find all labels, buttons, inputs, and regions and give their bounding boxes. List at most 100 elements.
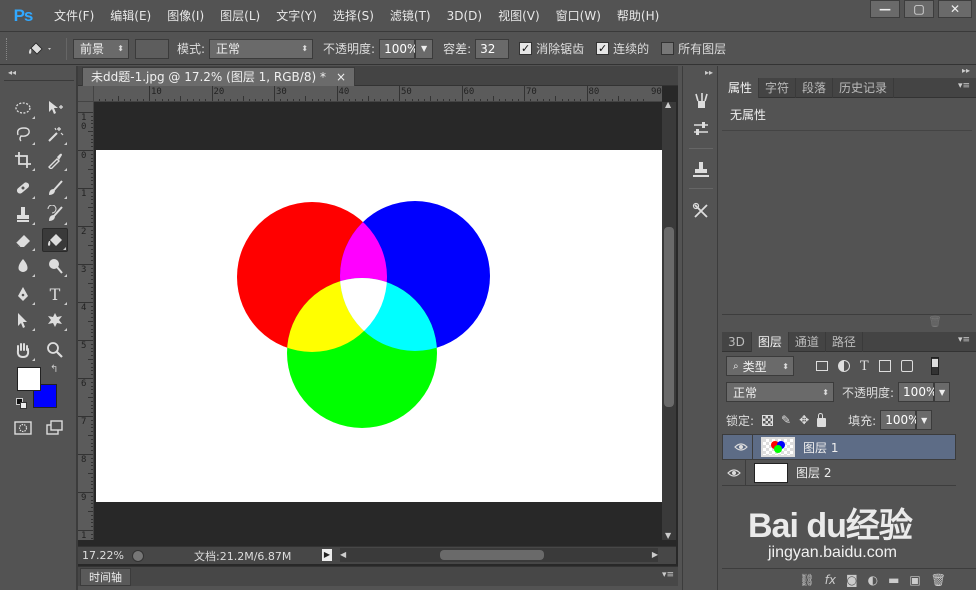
pen-tool[interactable] <box>10 282 36 306</box>
link-layers-icon[interactable]: ⛓ <box>799 573 814 587</box>
eraser-tool[interactable] <box>10 228 36 252</box>
horizontal-ruler[interactable]: 10 20 30 40 50 60 70 80 90 <box>94 86 662 102</box>
panel-menu-icon[interactable]: ▾≡ <box>662 570 674 580</box>
mode-select[interactable]: 正常 ⬍ <box>209 38 314 59</box>
tab-paragraph[interactable]: 段落 <box>796 78 834 98</box>
move-tool[interactable] <box>42 96 68 120</box>
blend-mode-select[interactable]: 正常 ⬍ <box>726 382 834 402</box>
screen-mode-button[interactable] <box>42 416 68 440</box>
magic-wand-tool[interactable] <box>42 122 68 146</box>
visibility-eye-icon[interactable] <box>729 434 753 460</box>
filter-pixel-icon[interactable] <box>816 361 828 371</box>
paint-bucket-tool[interactable] <box>42 228 68 252</box>
adjustments-tools-icon[interactable] <box>689 200 713 222</box>
options-grip[interactable] <box>6 37 14 60</box>
visibility-eye-icon[interactable] <box>722 459 746 486</box>
dodge-tool[interactable] <box>42 254 68 278</box>
vertical-scrollbar[interactable]: ▲ ▼ <box>662 100 676 540</box>
menu-view[interactable]: 视图(V) <box>490 0 548 32</box>
maximize-button[interactable]: ▢ <box>904 0 934 18</box>
panel-menu-icon[interactable]: ▾≡ <box>958 335 970 345</box>
tolerance-input[interactable]: 32 <box>475 38 510 59</box>
fill-toggle[interactable]: ▼ <box>916 410 933 430</box>
delete-layer-icon[interactable]: 🗑 <box>931 573 946 587</box>
tab-close-icon[interactable]: × <box>336 68 346 87</box>
pattern-picker[interactable] <box>135 38 169 59</box>
doc-status-icon[interactable] <box>132 549 144 562</box>
menu-window[interactable]: 窗口(W) <box>548 0 609 32</box>
toolbar-collapse[interactable]: ◂◂ <box>8 68 16 77</box>
menu-select[interactable]: 选择(S) <box>325 0 382 32</box>
filter-adjustment-icon[interactable] <box>838 360 850 372</box>
image-canvas[interactable] <box>96 150 662 502</box>
menu-layer[interactable]: 图层(L) <box>212 0 268 32</box>
layer-row-1[interactable]: 图层 1 <box>722 434 956 460</box>
blur-tool[interactable] <box>10 254 36 278</box>
antialias-option[interactable]: ✓ 消除锯齿 <box>519 40 584 57</box>
fx-icon[interactable]: fx <box>825 573 836 587</box>
clone-source-icon[interactable] <box>689 158 713 180</box>
layer-1-name[interactable]: 图层 1 <box>803 439 838 456</box>
quick-mask-button[interactable] <box>10 416 36 440</box>
horizontal-scroll-thumb[interactable] <box>440 550 544 560</box>
menu-3d[interactable]: 3D(D) <box>439 0 490 32</box>
add-mask-icon[interactable]: ◙ <box>846 573 858 587</box>
tool-presets-icon[interactable] <box>689 90 713 112</box>
fill-source-select[interactable]: 前景 ⬍ <box>73 38 129 59</box>
new-layer-icon[interactable]: ▣ <box>909 573 920 587</box>
lasso-tool[interactable] <box>10 122 36 146</box>
layer-opacity-input[interactable]: 100% <box>898 382 937 402</box>
scroll-right-icon[interactable]: ▶ <box>652 550 658 559</box>
zoom-tool[interactable] <box>42 338 68 362</box>
opacity-slider-toggle[interactable]: ▼ <box>415 38 434 59</box>
fill-input[interactable]: 100% <box>880 410 920 430</box>
panel-collapse-icon[interactable]: ▸▸ <box>962 66 970 75</box>
scroll-up-icon[interactable]: ▲ <box>665 100 671 109</box>
lock-all-icon[interactable] <box>817 412 827 427</box>
antialias-checkbox[interactable]: ✓ <box>519 42 533 55</box>
tool-preset-picker[interactable] <box>20 37 60 61</box>
brush-tool[interactable] <box>42 176 68 200</box>
trash-icon[interactable]: 🗑 <box>928 315 942 328</box>
menu-filter[interactable]: 滤镜(T) <box>382 0 439 32</box>
tab-layers[interactable]: 图层 <box>751 332 789 352</box>
new-adjustment-icon[interactable]: ◐ <box>868 573 878 587</box>
lock-transparent-icon[interactable] <box>762 414 774 426</box>
filter-smart-object-icon[interactable] <box>900 360 913 372</box>
ruler-origin[interactable] <box>78 86 94 102</box>
all-layers-option[interactable]: 所有图层 <box>661 40 726 57</box>
clone-stamp-tool[interactable] <box>10 202 36 226</box>
filter-type-icon[interactable]: T <box>860 359 869 374</box>
lock-position-icon[interactable]: ✥ <box>799 413 809 427</box>
tab-history[interactable]: 历史记录 <box>833 78 895 98</box>
horizontal-scrollbar[interactable]: ◀ ▶ <box>340 548 658 562</box>
scroll-left-icon[interactable]: ◀ <box>340 550 346 559</box>
hand-tool[interactable] <box>10 338 36 362</box>
path-select-tool[interactable] <box>10 308 36 332</box>
contiguous-checkbox[interactable]: ✓ <box>596 42 610 55</box>
document-tab[interactable]: 未dd题-1.jpg @ 17.2% (图层 1, RGB/8) * × <box>82 67 356 87</box>
filter-type-select[interactable]: ⌕ 类型 ⬍ <box>726 356 794 376</box>
layer-row-2[interactable]: 图层 2 <box>722 459 956 486</box>
menu-image[interactable]: 图像(I) <box>159 0 212 32</box>
all-layers-checkbox[interactable] <box>661 42 675 55</box>
foreground-color-swatch[interactable] <box>17 367 41 391</box>
tab-properties[interactable]: 属性 <box>722 78 760 98</box>
opacity-input[interactable]: 100% <box>379 38 418 59</box>
marquee-tool[interactable] <box>10 96 36 120</box>
layer-2-name[interactable]: 图层 2 <box>796 464 831 481</box>
menu-type[interactable]: 文字(Y) <box>268 0 325 32</box>
layer-opacity-toggle[interactable]: ▼ <box>934 382 951 402</box>
new-group-icon[interactable]: ▬ <box>888 573 899 587</box>
status-menu-arrow-icon[interactable]: ▶ <box>322 549 332 561</box>
filter-toggle[interactable] <box>930 357 939 375</box>
strip-collapse-icon[interactable]: ▸▸ <box>705 68 713 77</box>
close-button[interactable]: ✕ <box>938 0 972 18</box>
swap-colors-icon[interactable]: ↰ <box>50 364 58 375</box>
crop-tool[interactable] <box>10 148 36 172</box>
zoom-level[interactable]: 17.22% <box>82 549 128 562</box>
scroll-down-icon[interactable]: ▼ <box>665 531 671 540</box>
menu-help[interactable]: 帮助(H) <box>609 0 667 32</box>
panel-menu-icon[interactable]: ▾≡ <box>958 81 970 91</box>
type-tool[interactable]: T <box>42 282 68 306</box>
